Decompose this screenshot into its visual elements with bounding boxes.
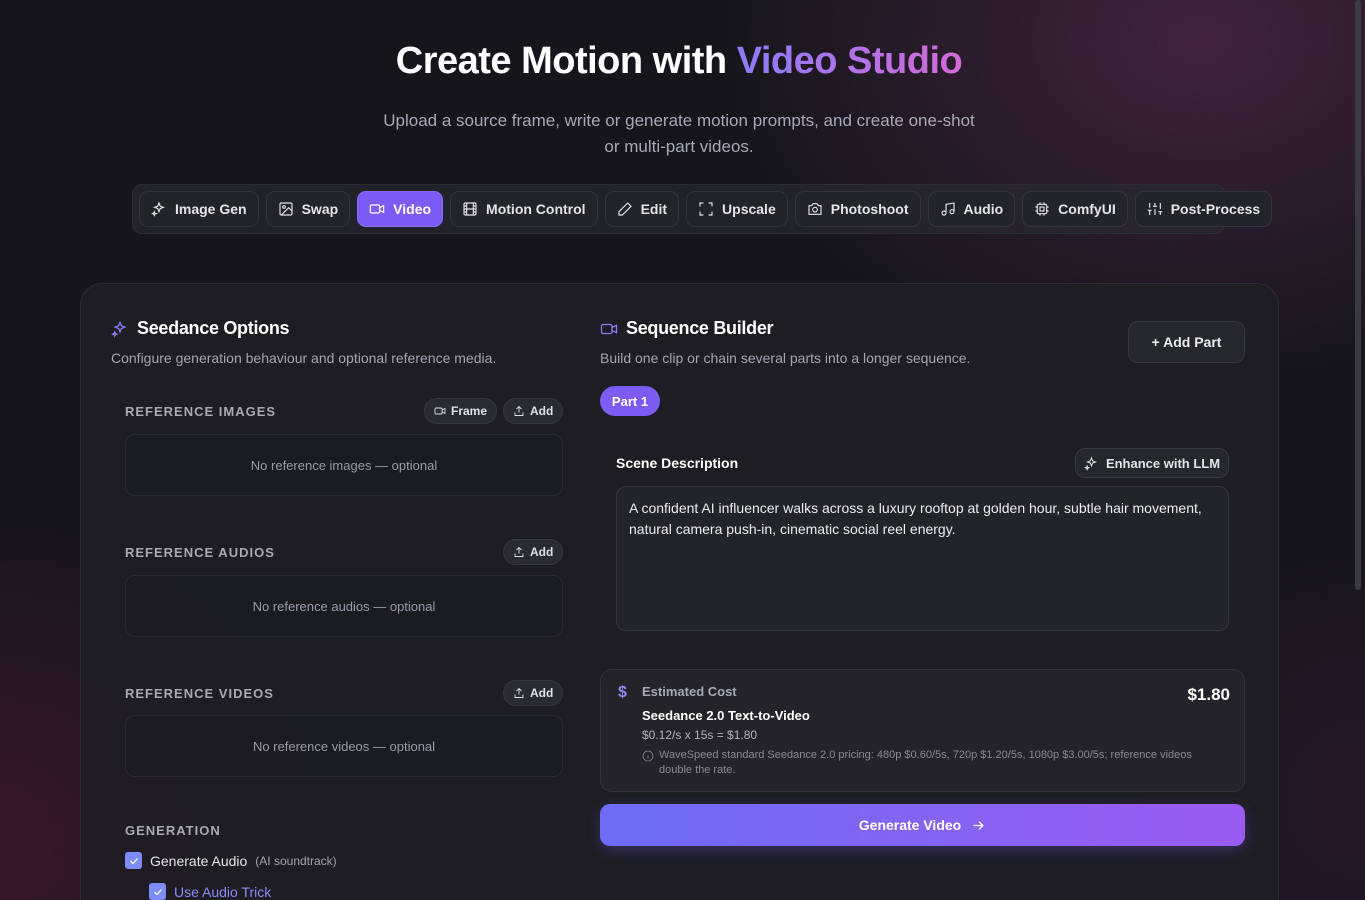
part-tab[interactable]: Part 1 <box>600 386 660 416</box>
check-icon <box>153 888 162 895</box>
music-icon <box>940 202 955 216</box>
tab-swap[interactable]: Swap <box>265 191 351 227</box>
page-title: Create Motion with Video Studio <box>0 40 1358 83</box>
tab-label: Post-Process <box>1170 201 1261 217</box>
upload-icon <box>514 546 524 557</box>
sequence-header: Sequence Builder <box>600 318 774 339</box>
audio-trick-option[interactable]: Use Audio Trick <box>149 883 271 900</box>
add-frame-button[interactable]: Frame <box>424 398 498 424</box>
tab-post-process[interactable]: Post-Process <box>1134 191 1273 227</box>
tab-motion-control[interactable]: Motion Control <box>450 191 598 227</box>
generate-audio-option[interactable]: Generate Audio (AI soundtrack) <box>125 852 337 869</box>
title-highlight: Video Studio <box>736 40 963 82</box>
video-icon <box>434 407 446 415</box>
camera-icon <box>808 203 822 215</box>
add-reference-image-button[interactable]: Add <box>503 398 564 424</box>
cost-formula: $0.12/s x 15s = $1.80 <box>642 728 758 742</box>
sequence-description: Build one clip or chain several parts in… <box>600 350 971 366</box>
video-icon <box>369 204 385 214</box>
upload-icon <box>514 687 524 698</box>
sliders-icon <box>1147 203 1163 215</box>
reference-images-dropzone[interactable]: No reference images — optional <box>125 434 563 496</box>
video-icon <box>600 323 618 334</box>
tab-image-gen[interactable]: Image Gen <box>139 191 259 227</box>
cost-amount: $1.80 <box>1187 685 1230 704</box>
tab-label: ComfyUI <box>1058 201 1116 217</box>
button-label: Enhance with LLM <box>1105 455 1221 471</box>
button-label: Generate Video <box>858 817 962 833</box>
tab-edit[interactable]: Edit <box>604 191 680 227</box>
check-icon <box>129 857 138 864</box>
cost-model: Seedance 2.0 Text-to-Video <box>642 708 810 723</box>
scene-description-label: Scene Description <box>616 455 739 471</box>
image-icon <box>279 202 293 216</box>
generate-audio-hint: (AI soundtrack) <box>255 853 337 868</box>
button-label: Add <box>530 404 554 418</box>
reference-images-label: REFERENCE IMAGES <box>125 404 277 419</box>
pricing-note-text: WaveSpeed standard Seedance 2.0 pricing:… <box>659 749 1192 776</box>
estimated-cost-panel: $ Estimated Cost $1.80 Seedance 2.0 Text… <box>600 669 1245 792</box>
button-label: Frame <box>451 404 488 418</box>
cost-title: Estimated Cost <box>642 684 737 699</box>
tab-audio[interactable]: Audio <box>927 191 1016 227</box>
scene-description-input[interactable]: A confident AI influencer walks across a… <box>616 486 1229 631</box>
tab-label: Swap <box>301 201 339 217</box>
title-prefix: Create Motion with <box>395 40 727 82</box>
pencil-icon <box>618 202 632 216</box>
reference-videos-dropzone[interactable]: No reference videos — optional <box>125 715 563 777</box>
add-reference-audio-button[interactable]: Add <box>503 539 564 565</box>
tab-label: Edit <box>640 201 668 217</box>
reference-audios-label: REFERENCE AUDIOS <box>125 545 275 560</box>
audio-trick-label: Use Audio Trick <box>174 883 272 900</box>
button-label: Add <box>530 686 554 700</box>
audio-trick-checkbox[interactable] <box>149 883 166 900</box>
studio-tabs: Image Gen Swap Video Motion Control Edit… <box>132 184 1273 234</box>
upload-icon <box>514 405 524 416</box>
tab-label: Motion Control <box>486 201 586 217</box>
tab-photoshoot[interactable]: Photoshoot <box>794 191 921 227</box>
sparkles-icon <box>1083 455 1097 471</box>
generation-label: GENERATION <box>125 823 221 838</box>
tab-label: Upscale <box>722 201 776 217</box>
page-scrollbar[interactable] <box>1355 0 1361 590</box>
options-header: Seedance Options <box>111 318 290 339</box>
arrow-right-icon <box>973 820 984 830</box>
film-icon <box>463 202 477 216</box>
sparkles-icon <box>151 201 165 217</box>
cpu-icon <box>1035 202 1049 216</box>
sequence-title: Sequence Builder <box>626 318 774 338</box>
expand-icon <box>699 202 713 216</box>
info-icon <box>642 750 654 762</box>
generate-audio-label: Generate Audio <box>150 852 248 869</box>
tab-label: Video <box>393 201 432 217</box>
page-subtitle: Upload a source frame, write or generate… <box>383 111 975 156</box>
pricing-note: WaveSpeed standard Seedance 2.0 pricing:… <box>642 748 1202 778</box>
reference-audios-dropzone[interactable]: No reference audios — optional <box>125 575 563 637</box>
tab-label: Photoshoot <box>830 201 909 217</box>
tab-video[interactable]: Video <box>357 191 444 227</box>
enhance-with-llm-button[interactable]: Enhance with LLM <box>1075 448 1229 478</box>
sparkles-icon <box>111 319 127 338</box>
options-title: Seedance Options <box>137 318 290 338</box>
tab-comfyui[interactable]: ComfyUI <box>1022 191 1128 227</box>
tab-label: Image Gen <box>175 201 247 217</box>
button-label: Add <box>530 545 554 559</box>
reference-videos-label: REFERENCE VIDEOS <box>125 686 274 701</box>
generate-video-button[interactable]: Generate Video <box>600 804 1245 846</box>
add-part-button[interactable]: + Add Part <box>1128 321 1245 363</box>
add-reference-video-button[interactable]: Add <box>503 680 564 706</box>
tab-label: Audio <box>963 201 1004 217</box>
options-description: Configure generation behaviour and optio… <box>111 350 497 366</box>
generate-audio-checkbox[interactable] <box>125 852 142 869</box>
tab-upscale[interactable]: Upscale <box>686 191 788 227</box>
dollar-icon: $ <box>618 684 627 701</box>
